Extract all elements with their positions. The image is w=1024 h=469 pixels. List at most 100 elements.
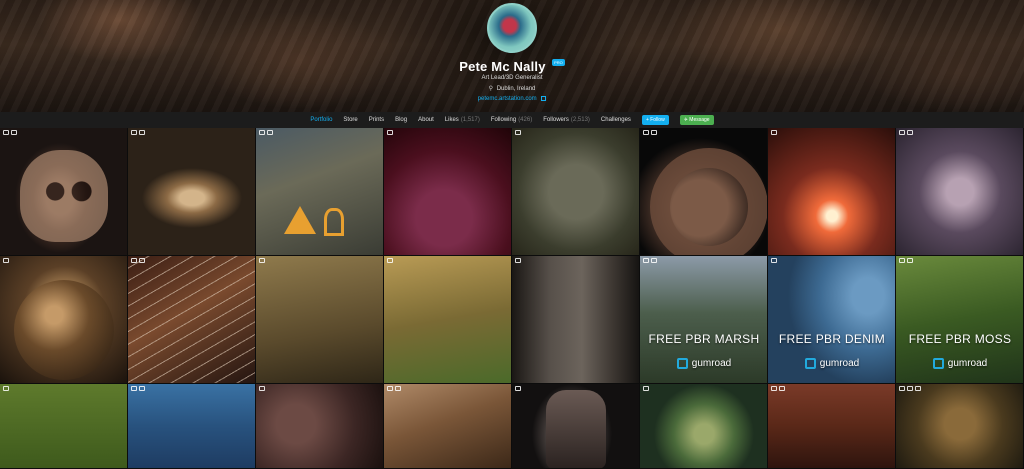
location-pin-icon: ⚲ — [488, 86, 494, 92]
tab-portfolio[interactable]: Portfolio — [310, 117, 332, 123]
artwork-tile[interactable]: FREE PBR MARSH gumroad — [640, 256, 768, 384]
image-icon — [387, 386, 393, 391]
gumroad-icon — [676, 358, 688, 369]
image-icon — [899, 386, 905, 391]
artwork-image — [14, 280, 114, 380]
external-link-icon — [541, 96, 547, 101]
image-icon — [3, 386, 9, 391]
likes-count: (1,517) — [460, 117, 480, 123]
artwork-tile[interactable] — [256, 128, 384, 256]
artwork-tile[interactable] — [128, 384, 256, 469]
artwork-tile[interactable] — [896, 384, 1024, 469]
video-icon — [651, 130, 657, 135]
image-icon — [907, 386, 913, 391]
send-icon: ✈ — [683, 117, 688, 123]
pro-badge: PRO — [552, 59, 565, 66]
video-icon — [139, 386, 145, 391]
gumroad-icon — [932, 358, 944, 369]
artwork-tile[interactable] — [640, 384, 768, 469]
tab-blog[interactable]: Blog — [395, 117, 407, 123]
tile-title: FREE PBR MARSH — [648, 332, 760, 346]
artwork-tile[interactable] — [384, 128, 512, 256]
artwork-image — [128, 256, 255, 383]
image-icon — [515, 130, 521, 135]
image-icon — [387, 130, 393, 135]
video-icon — [907, 258, 913, 263]
image-icon — [643, 258, 649, 263]
followers-count: (2,513) — [570, 117, 590, 123]
artwork-tile[interactable] — [384, 384, 512, 469]
image-icon — [899, 258, 905, 263]
artwork-tile[interactable] — [384, 256, 512, 384]
video-icon — [395, 386, 401, 391]
image-icon — [131, 130, 137, 135]
image-icon — [771, 258, 777, 263]
image-icon — [387, 258, 393, 263]
artwork-image — [546, 390, 606, 468]
artwork-tile[interactable] — [256, 256, 384, 384]
profile-website[interactable]: petemc.artstation.com — [0, 96, 1024, 102]
artwork-tile[interactable]: FREE PBR MOSS gumroad — [896, 256, 1024, 384]
artwork-tile[interactable] — [512, 384, 640, 469]
artwork-tile[interactable]: FREE PBR DENIM gumroad — [768, 256, 896, 384]
video-icon — [915, 386, 921, 391]
logo-icon — [324, 208, 344, 236]
website-link[interactable]: petemc.artstation.com — [478, 96, 537, 102]
image-icon — [259, 258, 265, 263]
artwork-tile[interactable] — [512, 128, 640, 256]
artwork-tile[interactable] — [768, 384, 896, 469]
video-icon — [267, 130, 273, 135]
artwork-tile[interactable] — [896, 128, 1024, 256]
image-icon — [515, 386, 521, 391]
image-icon — [3, 130, 9, 135]
logo-icon — [284, 206, 316, 234]
artwork-tile[interactable] — [128, 128, 256, 256]
follow-button[interactable]: + Follow — [641, 115, 669, 125]
image-icon — [643, 386, 649, 391]
image-icon — [259, 386, 265, 391]
tile-title: FREE PBR DENIM — [778, 332, 886, 346]
artwork-tile[interactable] — [256, 384, 384, 469]
image-icon — [515, 258, 521, 263]
tile-title: FREE PBR MOSS — [908, 332, 1012, 346]
location-text: Dublin, Ireland — [496, 86, 536, 92]
following-count: (426) — [518, 117, 533, 123]
gumroad-logo: gumroad — [896, 358, 1023, 369]
gumroad-logo: gumroad — [640, 358, 767, 369]
artwork-tile[interactable] — [128, 256, 256, 384]
artwork-tile[interactable] — [768, 128, 896, 256]
tab-challenges[interactable]: Challenges — [601, 117, 631, 123]
video-icon — [651, 258, 657, 263]
profile-name[interactable]: Pete Mc Nally — [459, 59, 545, 74]
tab-about[interactable]: About — [418, 117, 434, 123]
image-icon — [771, 130, 777, 135]
tab-likes[interactable]: Likes (1,517) — [445, 117, 480, 123]
artwork-image — [650, 148, 767, 255]
image-icon — [259, 130, 265, 135]
profile-nav: Portfolio Store Prints Blog About Likes(… — [0, 112, 1024, 128]
image-icon — [131, 386, 137, 391]
tab-store[interactable]: Store — [343, 117, 357, 123]
image-icon — [3, 258, 9, 263]
artwork-tile[interactable] — [512, 256, 640, 384]
image-icon — [643, 130, 649, 135]
tab-prints[interactable]: Prints — [369, 117, 384, 123]
image-icon — [131, 258, 137, 263]
tab-following[interactable]: Following (426) — [491, 117, 532, 123]
video-icon — [779, 386, 785, 391]
message-button[interactable]: ✈ Message — [679, 115, 714, 125]
tab-followers[interactable]: Followers (2,513) — [543, 117, 590, 123]
artwork-tile[interactable] — [0, 256, 128, 384]
profile-headline: Art Lead/3D Generalist — [481, 75, 543, 81]
profile-avatar[interactable] — [487, 3, 537, 53]
video-icon — [139, 258, 145, 263]
add-user-icon: + — [645, 117, 649, 123]
image-icon — [771, 386, 777, 391]
video-icon — [907, 130, 913, 135]
artwork-tile[interactable] — [640, 128, 768, 256]
artwork-grid: FREE PBR MARSH gumroad FREE PBR DENIM gu… — [0, 128, 1024, 469]
gumroad-icon — [804, 358, 816, 369]
image-icon — [899, 130, 905, 135]
artwork-tile[interactable] — [0, 128, 128, 256]
artwork-tile[interactable] — [0, 384, 128, 469]
